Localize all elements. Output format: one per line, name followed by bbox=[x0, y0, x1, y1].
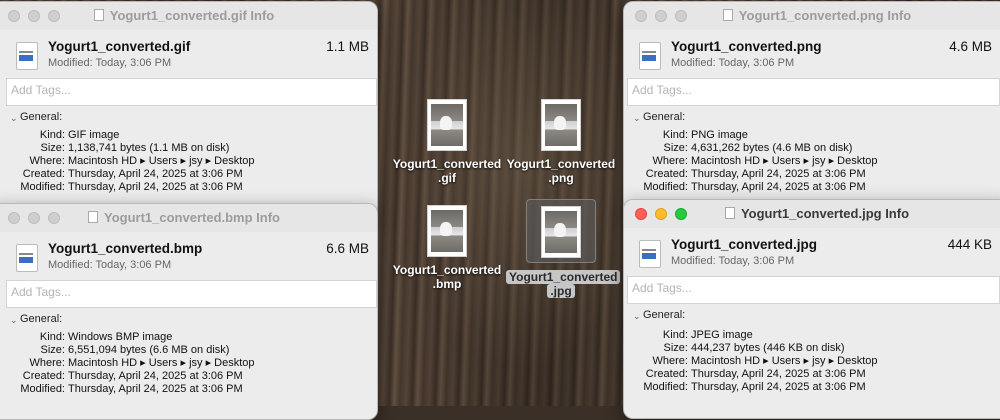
tags-field[interactable]: Add Tags... bbox=[627, 78, 1000, 106]
general-section-header[interactable]: ⌄ General: bbox=[1, 106, 377, 128]
modified-summary: Modified: Today, 3:06 PM bbox=[671, 255, 795, 267]
window-title: Yogurt1_converted.bmp Info bbox=[0, 210, 377, 225]
file-name: Yogurt1_converted.png bbox=[671, 39, 822, 54]
icon-label: Yogurt1_converted .bmp bbox=[392, 263, 502, 291]
title-bar[interactable]: Yogurt1_converted.gif Info bbox=[0, 2, 377, 30]
document-icon bbox=[722, 9, 733, 21]
file-icon bbox=[639, 240, 661, 268]
info-window-jpg[interactable]: Yogurt1_converted.jpg Info Yogurt1_conve… bbox=[623, 199, 1000, 419]
info-window-png[interactable]: Yogurt1_converted.png Info Yogurt1_conve… bbox=[623, 1, 1000, 218]
chevron-down-icon: ⌄ bbox=[633, 311, 641, 321]
modified-summary: Modified: Today, 3:06 PM bbox=[671, 57, 795, 69]
document-icon bbox=[88, 211, 98, 223]
window-title: Yogurt1_converted.gif Info bbox=[0, 8, 377, 23]
info-window-gif[interactable]: Yogurt1_converted.gif Info Yogurt1_conve… bbox=[0, 1, 378, 218]
modified-summary: Modified: Today, 3:06 PM bbox=[48, 259, 172, 271]
icon-label: Yogurt1_converted .gif bbox=[392, 157, 502, 185]
general-details: Kind: JPEG image Size: 444,237 bytes (446 … bbox=[643, 329, 878, 393]
icon-label: Yogurt1_converted .jpg bbox=[506, 270, 621, 298]
file-size: 4.6 MB bbox=[949, 39, 992, 54]
document-icon bbox=[724, 207, 735, 219]
desktop-icon-jpg[interactable]: Yogurt1_converted .jpg bbox=[506, 199, 621, 298]
image-thumbnail bbox=[541, 206, 581, 258]
general-section-header[interactable]: ⌄ General: bbox=[624, 106, 1000, 128]
desktop-icon-png[interactable]: Yogurt1_converted .png bbox=[506, 99, 616, 185]
file-icon bbox=[639, 42, 661, 70]
general-section-header[interactable]: ⌄ General: bbox=[624, 304, 1000, 326]
general-details: Kind: PNG image Size: 4,631,262 bytes (4.6… bbox=[643, 129, 878, 193]
title-bar[interactable]: Yogurt1_converted.bmp Info bbox=[0, 204, 377, 232]
file-name: Yogurt1_converted.gif bbox=[48, 39, 191, 54]
image-thumbnail bbox=[541, 99, 581, 151]
icon-label: Yogurt1_converted .png bbox=[506, 157, 616, 185]
document-icon bbox=[93, 9, 104, 21]
file-size: 444 KB bbox=[947, 237, 992, 252]
general-details: Kind: Windows BMP image Size: 6,551,094 by… bbox=[20, 331, 255, 395]
chevron-down-icon: ⌄ bbox=[10, 315, 18, 325]
general-details: Kind: GIF image Size: 1,138,741 bytes (1.1… bbox=[20, 129, 255, 193]
title-bar[interactable]: Yogurt1_converted.jpg Info bbox=[624, 200, 1000, 228]
tags-field[interactable]: Add Tags... bbox=[627, 276, 1000, 304]
modified-summary: Modified: Today, 3:06 PM bbox=[48, 57, 172, 69]
file-size: 1.1 MB bbox=[326, 39, 369, 54]
file-name: Yogurt1_converted.bmp bbox=[48, 241, 203, 256]
general-section-header[interactable]: ⌄ General: bbox=[1, 308, 377, 330]
file-icon bbox=[16, 42, 38, 70]
selection-highlight bbox=[526, 199, 596, 263]
window-title: Yogurt1_converted.jpg Info bbox=[624, 206, 1000, 221]
desktop-icon-gif[interactable]: Yogurt1_converted .gif bbox=[392, 99, 502, 185]
window-title: Yogurt1_converted.png Info bbox=[624, 8, 1000, 23]
info-window-bmp[interactable]: Yogurt1_converted.bmp Info Yogurt1_conve… bbox=[0, 203, 378, 420]
chevron-down-icon: ⌄ bbox=[633, 113, 641, 123]
tags-field[interactable]: Add Tags... bbox=[6, 280, 377, 308]
file-name: Yogurt1_converted.jpg bbox=[671, 237, 818, 252]
desktop-icon-bmp[interactable]: Yogurt1_converted .bmp bbox=[392, 205, 502, 291]
image-thumbnail bbox=[427, 99, 467, 151]
image-thumbnail bbox=[427, 205, 467, 257]
tags-field[interactable]: Add Tags... bbox=[6, 78, 377, 106]
chevron-down-icon: ⌄ bbox=[10, 113, 18, 123]
title-bar[interactable]: Yogurt1_converted.png Info bbox=[624, 2, 1000, 30]
file-icon bbox=[16, 244, 38, 272]
file-size: 6.6 MB bbox=[326, 241, 369, 256]
